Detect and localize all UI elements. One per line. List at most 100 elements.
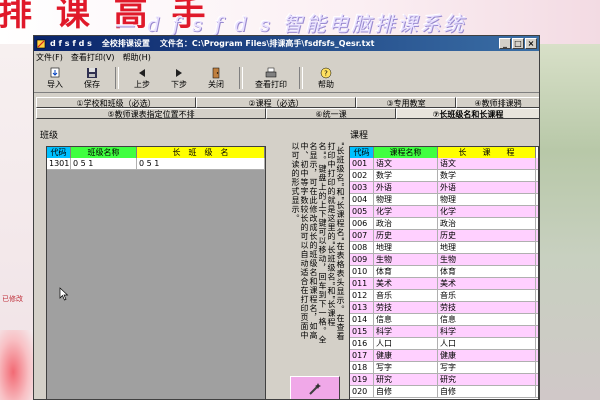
apply-button[interactable] <box>290 376 340 399</box>
table-row[interactable]: 016 人口 人口 <box>350 338 538 350</box>
app-icon <box>36 39 46 48</box>
cell-code: 009 <box>350 254 374 265</box>
table-row[interactable]: 001 语文 语文 <box>350 158 538 170</box>
save-button[interactable]: 保存 <box>75 65 109 91</box>
course-col-code: 代码 <box>350 147 374 158</box>
table-row[interactable]: 006 政治 政治 <box>350 218 538 230</box>
menu-help[interactable]: 帮助(H) <box>123 52 151 63</box>
cell-name: 科学 <box>374 326 438 337</box>
previous-step-button[interactable]: 上步 <box>125 65 159 91</box>
table-row[interactable]: 015 科学 科学 <box>350 326 538 338</box>
cell-name: 自修 <box>374 386 438 397</box>
cell-long-name: 健康 <box>438 350 536 361</box>
banner-subtitle: — d f s f d s 智能电脑排课系统 <box>115 12 467 36</box>
cell-code: 005 <box>350 206 374 217</box>
view-print-button[interactable]: 查看打印 <box>249 65 293 91</box>
cell-code: 001 <box>350 158 374 169</box>
table-row[interactable]: 012 音乐 音乐 <box>350 290 538 302</box>
tab-teacher-blocked[interactable]: ⑤教师课表指定位置不排 <box>36 108 266 119</box>
cell-long-name: 科学 <box>438 326 536 337</box>
table-row[interactable]: 002 数学 数学 <box>350 170 538 182</box>
window-subtitle: 全校排课设置 <box>101 39 150 48</box>
cell-code: 016 <box>350 338 374 349</box>
table-row[interactable]: 005 化学 化学 <box>350 206 538 218</box>
printer-icon <box>265 67 277 77</box>
cell-code: 019 <box>350 374 374 385</box>
cell-name: 0 5 1 <box>71 158 137 169</box>
cell-long-name: 地理 <box>438 242 536 253</box>
minimize-button[interactable]: _ <box>499 38 511 49</box>
floppy-icon <box>87 67 97 78</box>
class-table[interactable]: 代码 班级名称 长 班 级 名 1301 0 5 1 0 5 1 <box>46 146 266 399</box>
cell-long-name: 历史 <box>438 230 536 241</box>
cell-code: 014 <box>350 314 374 325</box>
next-step-button[interactable]: 下步 <box>162 65 196 91</box>
table-row[interactable]: 003 外语 外语 <box>350 182 538 194</box>
table-row[interactable]: 018 写字 写字 <box>350 362 538 374</box>
tab-special-rooms[interactable]: ③专用教室 <box>356 97 456 108</box>
table-row[interactable]: 014 信息 信息 <box>350 314 538 326</box>
import-icon <box>50 67 60 77</box>
tab-courses[interactable]: ②课程（必选） <box>196 97 356 108</box>
close-window-button[interactable]: 关闭 <box>199 65 233 91</box>
close-button[interactable]: × <box>525 38 537 49</box>
class-col-long-name: 长 班 级 名 <box>137 147 265 158</box>
table-row[interactable]: 020 自修 自修 <box>350 386 538 398</box>
forward-icon <box>176 68 182 77</box>
table-row[interactable]: 017 健康 健康 <box>350 350 538 362</box>
import-button[interactable]: 导入 <box>38 65 72 91</box>
cell-name: 语文 <box>374 158 438 169</box>
cell-code: 007 <box>350 230 374 241</box>
class-col-code: 代码 <box>47 147 71 158</box>
menu-bar: 文件(F) 查看打印(V) 帮助(H) <box>34 51 539 64</box>
cell-long-name: 数学 <box>438 170 536 181</box>
cell-code: 012 <box>350 290 374 301</box>
menu-file[interactable]: 文件(F) <box>36 52 63 63</box>
cell-name: 数学 <box>374 170 438 181</box>
cell-code: 017 <box>350 350 374 361</box>
toolbar-separator <box>239 67 243 89</box>
cell-name: 生物 <box>374 254 438 265</box>
table-row[interactable]: 009 生物 生物 <box>350 254 538 266</box>
cell-name: 信息 <box>374 314 438 325</box>
menu-view-print[interactable]: 查看打印(V) <box>71 52 115 63</box>
cell-long-name: 0 5 1 <box>137 158 265 169</box>
window-titlebar[interactable]: d f s f d s 全校排课设置 文件名：C:\Program Files\… <box>34 36 539 51</box>
table-row[interactable]: 010 体育 体育 <box>350 266 538 278</box>
table-row[interactable]: 1301 0 5 1 0 5 1 <box>47 158 265 170</box>
cell-long-name: 化学 <box>438 206 536 217</box>
cell-name: 美术 <box>374 278 438 289</box>
window-file-path: 文件名：C:\Program Files\排课高手\fsdfsfs_Qesr.t… <box>159 39 375 48</box>
table-row[interactable]: 004 物理 物理 <box>350 194 538 206</box>
tab-unified-class[interactable]: ⑥统一课 <box>266 108 396 119</box>
cell-name: 体育 <box>374 266 438 277</box>
svg-text:?: ? <box>324 69 328 77</box>
cell-code: 015 <box>350 326 374 337</box>
table-row[interactable]: 013 劳技 劳技 <box>350 302 538 314</box>
table-row[interactable]: 007 历史 历史 <box>350 230 538 242</box>
cell-long-name: 外语 <box>438 182 536 193</box>
tab-teacher-scheduling[interactable]: ④教师排课鸦 <box>456 97 539 108</box>
table-row[interactable]: 019 研究 研究 <box>350 374 538 386</box>
class-panel: 班级 代码 班级名称 长 班 级 名 1301 0 5 1 0 5 1 <box>34 126 284 399</box>
help-button[interactable]: ? 帮助 <box>309 65 343 91</box>
toolbar-separator <box>115 67 119 89</box>
cell-code: 018 <box>350 362 374 373</box>
cell-name: 地理 <box>374 242 438 253</box>
course-col-long-name: 长 课 程 <box>438 147 536 158</box>
cell-code: 002 <box>350 170 374 181</box>
tab-school-classes[interactable]: ①学校和班级（必选） <box>36 97 196 108</box>
course-panel-title: 课程 <box>350 131 369 141</box>
status-text: 已修改 <box>2 295 23 303</box>
background-photo <box>540 44 600 400</box>
background-decoration <box>0 330 33 400</box>
cell-long-name: 生物 <box>438 254 536 265</box>
course-table[interactable]: 代码 课程名称 长 课 程 001 语文 语文 002 数学 数学 003 外语 外语 004 物理… <box>349 146 539 399</box>
table-row[interactable]: 008 地理 地理 <box>350 242 538 254</box>
maximize-button[interactable]: □ <box>512 38 524 49</box>
tab-long-names[interactable]: ⑦长班级名和长课程 <box>396 108 539 119</box>
table-row[interactable]: 011 美术 美术 <box>350 278 538 290</box>
cell-name: 外语 <box>374 182 438 193</box>
cell-long-name: 劳技 <box>438 302 536 313</box>
course-col-name: 课程名称 <box>374 147 438 158</box>
